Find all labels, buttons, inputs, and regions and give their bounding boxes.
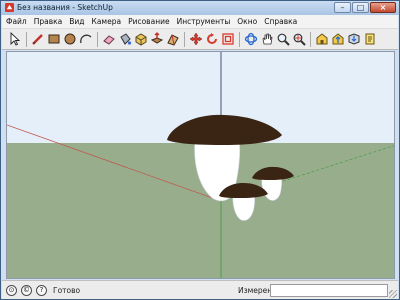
measurements-field[interactable]	[270, 284, 388, 297]
title-bar[interactable]: Без названия - SketchUp – □ ×	[1, 1, 399, 15]
maximize-button[interactable]: □	[352, 2, 369, 13]
toolbar-separator	[97, 31, 98, 47]
menu-view[interactable]: Вид	[69, 17, 84, 26]
eraser-icon[interactable]	[101, 32, 116, 47]
menu-draw[interactable]: Рисование	[128, 17, 170, 26]
menu-camera[interactable]: Камера	[92, 17, 122, 26]
window-controls: – □ ×	[334, 2, 396, 14]
select-arrow-icon[interactable]	[7, 32, 22, 47]
rotate-icon[interactable]	[204, 32, 219, 47]
app-window: Без названия - SketchUp – □ × Файл Правк…	[0, 0, 400, 300]
orbit-icon[interactable]	[243, 32, 258, 47]
drawing-viewport[interactable]	[6, 51, 395, 279]
menu-file[interactable]: Файл	[6, 17, 27, 26]
toolbar-separator	[239, 31, 240, 47]
status-bar: ⊙ © ? Готово Измерения	[2, 280, 398, 299]
make-component-icon[interactable]	[133, 32, 148, 47]
geo-location-icon[interactable]: ⊙	[6, 284, 17, 296]
zoom-icon[interactable]	[275, 32, 290, 47]
minimize-button[interactable]: –	[334, 2, 351, 13]
toolbar-separator	[310, 31, 311, 47]
extension-icon[interactable]	[362, 32, 377, 47]
menu-bar: Файл Правка Вид Камера Рисование Инструм…	[2, 15, 398, 29]
rectangle-icon[interactable]	[46, 32, 61, 47]
arc-icon[interactable]	[78, 32, 93, 47]
sketchup-logo-icon	[5, 3, 14, 12]
close-button[interactable]: ×	[370, 2, 396, 13]
model-scene[interactable]	[7, 52, 395, 279]
follow-me-icon[interactable]	[165, 32, 180, 47]
menu-help[interactable]: Справка	[264, 17, 297, 26]
share-model-icon[interactable]	[330, 32, 345, 47]
menu-window[interactable]: Окно	[237, 17, 257, 26]
zoom-extents-icon[interactable]	[291, 32, 306, 47]
credits-icon[interactable]: ©	[21, 284, 32, 296]
help-icon[interactable]: ?	[36, 284, 47, 296]
get-models-icon[interactable]	[346, 32, 361, 47]
toolbar-separator	[184, 31, 185, 47]
main-toolbar	[2, 29, 398, 50]
menu-tools[interactable]: Инструменты	[177, 17, 231, 26]
pan-icon[interactable]	[259, 32, 274, 47]
move-icon[interactable]	[188, 32, 203, 47]
pencil-line-icon[interactable]	[30, 32, 45, 47]
window-title: Без названия - SketchUp	[17, 3, 113, 12]
toolbar-separator	[26, 31, 27, 47]
push-pull-icon[interactable]	[149, 32, 164, 47]
offset-icon[interactable]	[220, 32, 235, 47]
circle-icon[interactable]	[62, 32, 77, 47]
warehouse-icon[interactable]	[314, 32, 329, 47]
resize-grip-icon[interactable]	[389, 290, 397, 298]
paint-bucket-icon[interactable]	[117, 32, 132, 47]
status-text: Готово	[53, 285, 81, 295]
menu-edit[interactable]: Правка	[34, 17, 63, 26]
